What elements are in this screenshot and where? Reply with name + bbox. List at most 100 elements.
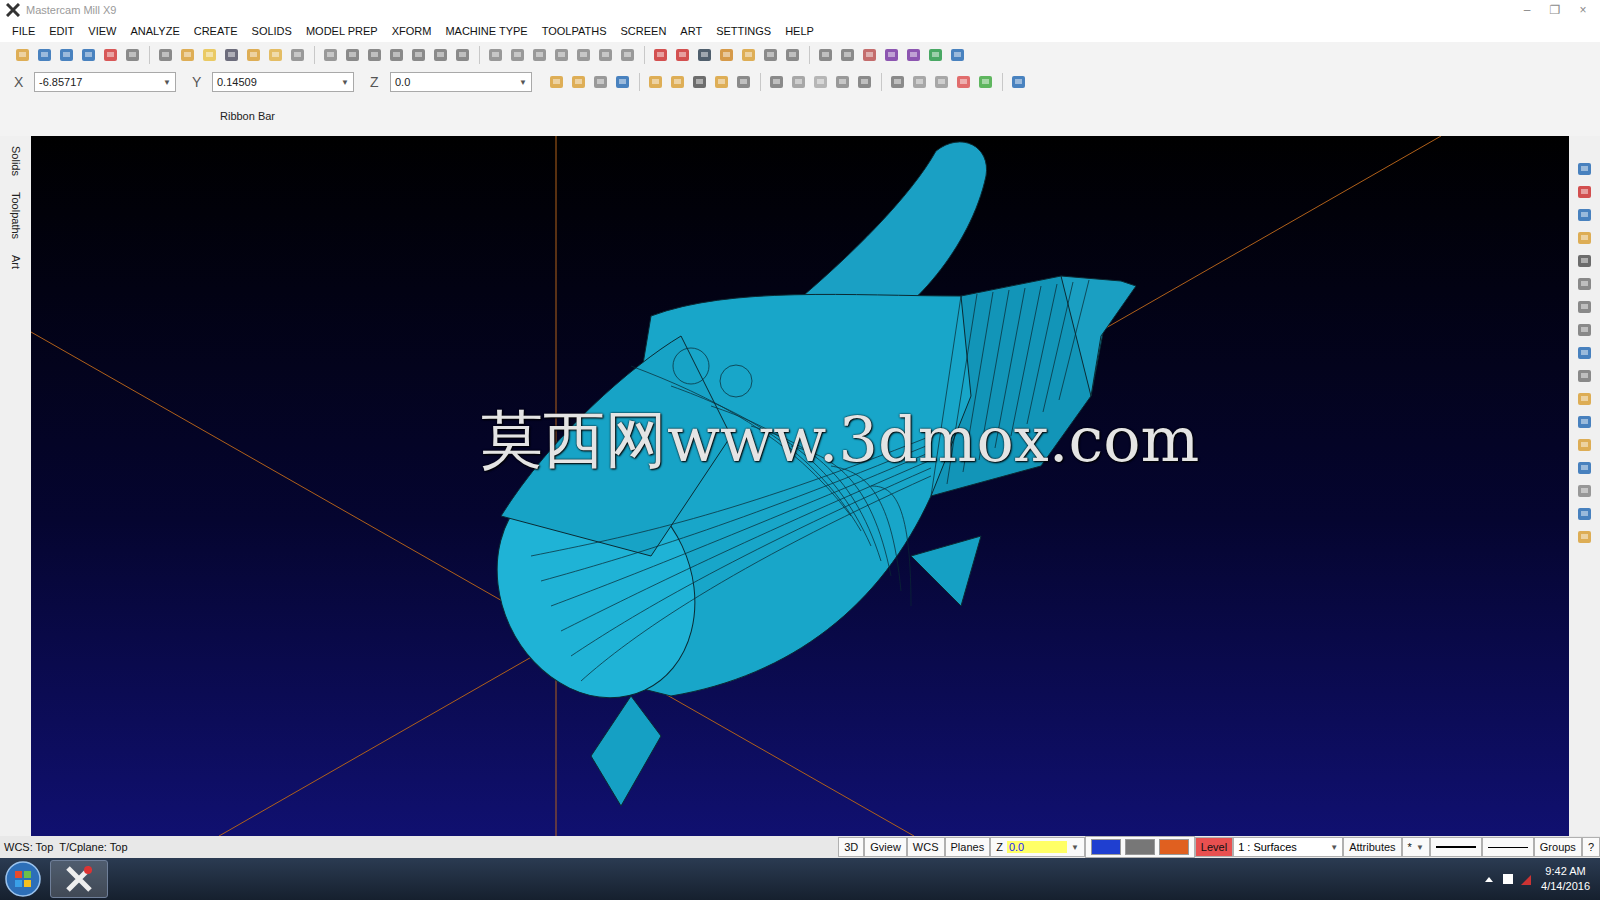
tool-icon[interactable] — [1576, 482, 1594, 500]
z-depth-control[interactable]: Z0.0▼ — [990, 837, 1085, 857]
tool-icon[interactable] — [1576, 367, 1594, 385]
start-orb-icon[interactable] — [4, 860, 42, 898]
tool-icon[interactable] — [691, 73, 709, 91]
tool-icon[interactable] — [1576, 275, 1594, 293]
attributes-button[interactable]: Attributes — [1343, 837, 1401, 857]
tool-icon[interactable] — [548, 73, 566, 91]
tool-icon[interactable] — [889, 73, 907, 91]
tool-icon[interactable] — [713, 73, 731, 91]
tool-icon[interactable] — [740, 46, 758, 64]
tool-icon[interactable] — [735, 73, 753, 91]
tool-icon[interactable] — [201, 46, 219, 64]
tool-icon[interactable] — [652, 46, 670, 64]
menu-item[interactable]: CREATE — [194, 25, 238, 37]
z-depth-field[interactable]: 0.0 — [1007, 841, 1067, 853]
tool-icon[interactable] — [790, 73, 808, 91]
coord-field[interactable]: 0.14509▼ — [212, 72, 354, 92]
level-select[interactable]: 1 : Surfaces▼ — [1233, 837, 1343, 857]
tool-icon[interactable] — [1576, 344, 1594, 362]
status-button[interactable]: WCS — [907, 837, 945, 857]
solid-color-swatch[interactable] — [1125, 839, 1155, 855]
tool-icon[interactable] — [1576, 436, 1594, 454]
manager-tab[interactable]: Toolpaths — [8, 188, 24, 243]
tool-icon[interactable] — [1576, 229, 1594, 247]
tool-icon[interactable] — [223, 46, 241, 64]
tool-icon[interactable] — [1576, 252, 1594, 270]
point-style-select[interactable]: *▼ — [1402, 837, 1430, 857]
tool-icon[interactable] — [592, 73, 610, 91]
status-button[interactable]: Planes — [945, 837, 991, 857]
tool-icon[interactable] — [933, 73, 951, 91]
level-button[interactable]: Level — [1195, 837, 1233, 857]
tool-icon[interactable] — [1576, 160, 1594, 178]
menu-item[interactable]: MODEL PREP — [306, 25, 378, 37]
coord-field[interactable]: 0.0▼ — [390, 72, 532, 92]
tool-icon[interactable] — [762, 46, 780, 64]
clock[interactable]: 9:42 AM4/14/2016 — [1541, 864, 1590, 895]
tray-icons[interactable] — [1483, 871, 1533, 887]
tool-icon[interactable] — [647, 73, 665, 91]
tool-icon[interactable] — [619, 46, 637, 64]
status-button[interactable]: Gview — [864, 837, 907, 857]
tool-icon[interactable] — [1576, 183, 1594, 201]
tool-icon[interactable] — [1576, 413, 1594, 431]
tool-icon[interactable] — [812, 73, 830, 91]
tool-icon[interactable] — [1576, 298, 1594, 316]
graphics-viewport[interactable]: 莫西网www.3dmox.com — [31, 136, 1569, 836]
line-width-select[interactable] — [1482, 837, 1534, 857]
tool-icon[interactable] — [1576, 321, 1594, 339]
menu-item[interactable]: MACHINE TYPE — [445, 25, 527, 37]
tool-icon[interactable] — [1010, 73, 1028, 91]
tool-icon[interactable] — [883, 46, 901, 64]
tool-icon[interactable] — [289, 46, 307, 64]
tool-icon[interactable] — [905, 46, 923, 64]
tool-icon[interactable] — [834, 73, 852, 91]
tool-icon[interactable] — [157, 46, 175, 64]
tool-icon[interactable] — [487, 46, 505, 64]
tool-icon[interactable] — [1576, 505, 1594, 523]
menu-item[interactable]: ANALYZE — [130, 25, 179, 37]
menu-item[interactable]: SOLIDS — [252, 25, 292, 37]
tool-icon[interactable] — [531, 46, 549, 64]
tool-icon[interactable] — [179, 46, 197, 64]
tool-icon[interactable] — [949, 46, 967, 64]
tool-icon[interactable] — [102, 46, 120, 64]
menu-item[interactable]: VIEW — [88, 25, 116, 37]
tool-icon[interactable] — [36, 46, 54, 64]
color-controls[interactable] — [1085, 836, 1195, 858]
tool-icon[interactable] — [955, 73, 973, 91]
wire-color-swatch[interactable] — [1091, 839, 1121, 855]
tool-icon[interactable] — [575, 46, 593, 64]
tool-icon[interactable] — [1576, 459, 1594, 477]
tool-icon[interactable] — [784, 46, 802, 64]
menu-item[interactable]: XFORM — [392, 25, 432, 37]
tool-icon[interactable] — [856, 73, 874, 91]
tool-icon[interactable] — [344, 46, 362, 64]
tool-icon[interactable] — [245, 46, 263, 64]
groups-button[interactable]: Groups — [1534, 837, 1582, 857]
menu-item[interactable]: HELP — [785, 25, 814, 37]
manager-tab[interactable]: Solids — [8, 142, 24, 180]
menu-item[interactable]: SETTINGS — [716, 25, 771, 37]
tool-icon[interactable] — [454, 46, 472, 64]
tool-icon[interactable] — [597, 46, 615, 64]
taskbar-app-button[interactable] — [50, 860, 108, 898]
tool-icon[interactable] — [14, 46, 32, 64]
menu-item[interactable]: FILE — [12, 25, 35, 37]
tool-icon[interactable] — [911, 73, 929, 91]
tool-icon[interactable] — [267, 46, 285, 64]
tool-icon[interactable] — [927, 46, 945, 64]
tool-icon[interactable] — [432, 46, 450, 64]
tool-icon[interactable] — [674, 46, 692, 64]
tool-icon[interactable] — [322, 46, 340, 64]
tool-icon[interactable] — [410, 46, 428, 64]
tool-icon[interactable] — [718, 46, 736, 64]
status-button[interactable]: 3D — [838, 837, 864, 857]
tool-icon[interactable] — [80, 46, 98, 64]
tool-icon[interactable] — [1576, 528, 1594, 546]
tool-icon[interactable] — [696, 46, 714, 64]
tool-icon[interactable] — [1576, 390, 1594, 408]
tool-icon[interactable] — [768, 73, 786, 91]
tool-icon[interactable] — [614, 73, 632, 91]
tool-icon[interactable] — [388, 46, 406, 64]
